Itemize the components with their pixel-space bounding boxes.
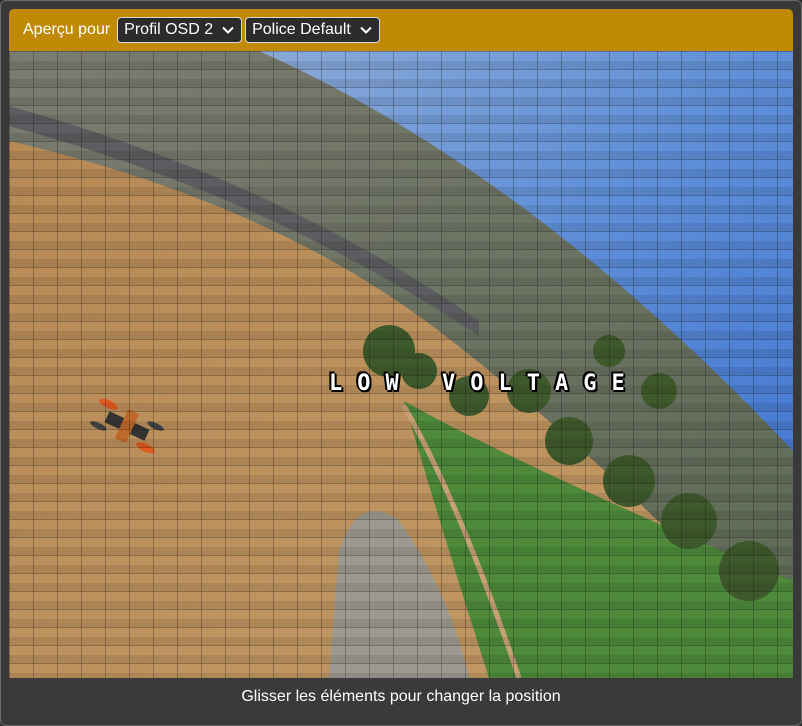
osd-profile-select[interactable]: Profil OSD 2 — [117, 17, 243, 43]
osd-preview-area[interactable]: LOW VOLTAGE — [9, 51, 793, 678]
drag-hint-footer: Glisser les éléments pour changer la pos… — [9, 678, 793, 716]
font-select[interactable]: Police Default — [245, 17, 380, 43]
drag-hint-text: Glisser les éléments pour changer la pos… — [241, 688, 561, 705]
fpv-background-image — [9, 51, 793, 678]
osd-profile-value: Profil OSD 2 — [124, 21, 214, 38]
preview-for-label: Aperçu pour — [23, 21, 111, 38]
chevron-down-icon — [359, 23, 373, 37]
font-value: Police Default — [252, 21, 351, 38]
osd-element-low-voltage[interactable]: LOW VOLTAGE — [329, 371, 640, 396]
osd-preview-panel: Aperçu pour Profil OSD 2 Police Default — [0, 0, 802, 726]
chevron-down-icon — [221, 23, 235, 37]
preview-header: Aperçu pour Profil OSD 2 Police Default — [9, 9, 793, 51]
